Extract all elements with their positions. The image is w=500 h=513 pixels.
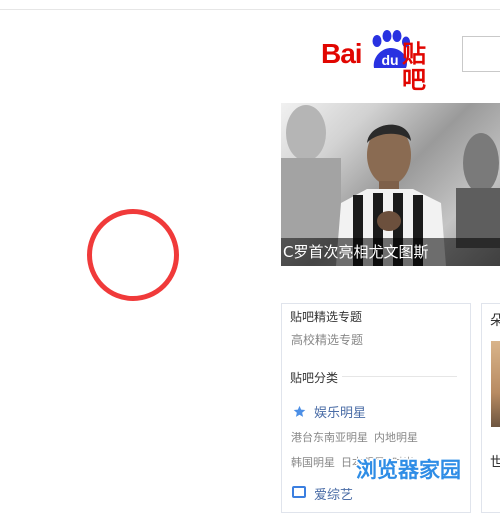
search-input[interactable]: [462, 36, 500, 72]
hero-caption-bar: C罗首次亮相尤文图斯: [281, 238, 500, 266]
featured-item-link[interactable]: 高校精选专题: [291, 331, 363, 348]
watermark-text: 浏览器家园: [356, 458, 461, 482]
top-divider: [0, 9, 500, 10]
hero-caption-text: C罗首次亮相尤文图斯: [283, 243, 429, 261]
featured-title: 贴吧精选专题: [290, 310, 363, 324]
side-panel-heading: 朵: [490, 313, 500, 329]
tv-icon: [292, 486, 306, 498]
subcat-mainland-stars[interactable]: 内地明星: [374, 429, 418, 445]
star-icon: [293, 405, 306, 417]
side-panel-thumbnail[interactable]: [491, 341, 500, 427]
subcat-korean-stars[interactable]: 韩国明星: [291, 454, 335, 470]
categories-divider: [342, 376, 457, 377]
logo-bai-text: Bai: [321, 38, 363, 69]
hero-banner[interactable]: C罗首次亮相尤文图斯: [281, 103, 500, 266]
category-variety[interactable]: 爱综艺: [314, 484, 353, 503]
annotation-circle: [87, 209, 179, 301]
category-entertainment[interactable]: 娱乐明星: [314, 402, 366, 421]
logo-tieba-text: 贴吧: [402, 40, 426, 94]
side-panel: 朵 世: [481, 303, 500, 513]
subcat-hk-asia-stars[interactable]: 港台东南亚明星: [291, 429, 368, 445]
side-panel-footer-text: 世: [490, 455, 500, 471]
logo-du-text: du: [381, 52, 399, 68]
categories-title: 贴吧分类: [290, 371, 339, 385]
